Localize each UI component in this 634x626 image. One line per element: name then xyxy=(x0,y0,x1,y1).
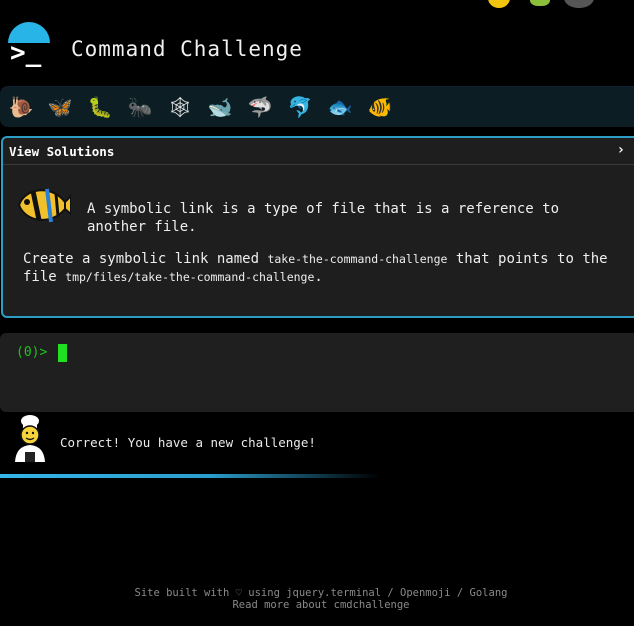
terminal-cursor[interactable] xyxy=(58,344,67,362)
challenge-description: A symbolic link is a type of file that i… xyxy=(87,201,560,235)
level-bar: 🐌 🦋 🐛 🐜 🕸 🐋 🦈 🐬 🐟 🐠 xyxy=(0,86,634,127)
view-solutions-toggle[interactable]: View Solutions › xyxy=(3,138,634,165)
footer-credits[interactable]: Site built with ♡ using jquery.terminal … xyxy=(4,587,634,599)
footer-read-more-link[interactable]: Read more about cmdchallenge xyxy=(4,599,634,611)
level-snail-icon[interactable]: 🐌 xyxy=(6,92,36,122)
avatar-icon[interactable] xyxy=(564,0,594,8)
level-ant-icon[interactable]: 🐜 xyxy=(125,92,155,122)
tropical-fish-icon xyxy=(17,188,71,223)
link-name-code: take-the-command-challenge xyxy=(267,252,448,266)
page-title: Command Challenge xyxy=(71,37,303,61)
level-dolphin-icon[interactable]: 🐬 xyxy=(285,92,315,122)
level-spider-web-icon[interactable]: 🕸 xyxy=(165,92,195,122)
task-prefix: Create a symbolic link named xyxy=(23,251,268,267)
bug-icon[interactable] xyxy=(530,0,550,6)
chevron-right-icon: › xyxy=(616,142,625,158)
terminal[interactable]: (0)> xyxy=(0,333,634,412)
view-solutions-label: View Solutions xyxy=(9,144,115,159)
terminal-icon[interactable]: ⌨ xyxy=(444,0,462,8)
feedback-message: Correct! You have a new challenge! xyxy=(60,435,316,450)
trophy-icon[interactable] xyxy=(488,0,510,8)
app-logo[interactable]: >_ xyxy=(8,22,52,68)
top-icons: ⌨ xyxy=(440,0,634,10)
challenge-task: Create a symbolic link named take-the-co… xyxy=(23,250,634,286)
progress-bar xyxy=(0,474,380,478)
task-suffix: . xyxy=(314,269,323,285)
target-path-code: tmp/files/take-the-command-challenge xyxy=(65,270,315,284)
chef-icon xyxy=(15,415,45,462)
level-tropical-fish-icon[interactable]: 🐠 xyxy=(365,92,395,122)
challenge-panel: View Solutions › A symbolic link is a ty… xyxy=(1,136,634,318)
terminal-prompt: (0)> xyxy=(16,345,48,360)
terminal-prompt-icon: >_ xyxy=(10,38,42,68)
level-whale-icon[interactable]: 🐋 xyxy=(205,92,235,122)
level-caterpillar-icon[interactable]: 🐛 xyxy=(85,92,115,122)
level-shark-icon[interactable]: 🦈 xyxy=(245,92,275,122)
level-butterfly-icon[interactable]: 🦋 xyxy=(45,92,75,122)
level-fish-icon[interactable]: 🐟 xyxy=(325,92,355,122)
